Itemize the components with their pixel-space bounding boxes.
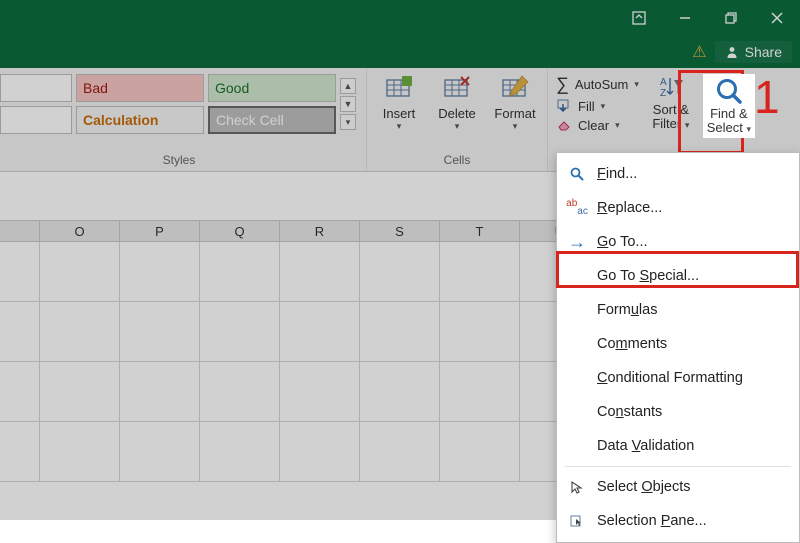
gallery-more-button[interactable]: ▾ (340, 114, 356, 130)
col-header[interactable] (0, 221, 40, 241)
autosum-label: AutoSum (575, 77, 628, 92)
menu-label: Conditional Formatting (597, 370, 743, 386)
window-titlebar (0, 0, 800, 36)
col-header[interactable]: R (280, 221, 360, 241)
share-button[interactable]: Share (715, 41, 792, 63)
fill-down-icon (556, 98, 572, 114)
minimize-button[interactable] (662, 0, 708, 36)
ribbon-group-styles: Bad Good Calculation Check Cell ▲ ▼ ▾ St… (0, 68, 367, 171)
annotation-number-1: 1 (754, 70, 780, 124)
fill-label: Fill (578, 99, 595, 114)
menu-label: Formulas (597, 302, 657, 318)
format-icon (500, 74, 530, 104)
selection-pane-icon (567, 514, 587, 528)
delete-label: Delete (438, 106, 476, 121)
menu-separator (565, 466, 791, 467)
menu-label: Select Objects (597, 479, 691, 495)
style-swatch-check-cell[interactable]: Check Cell (208, 106, 336, 134)
gallery-up-button[interactable]: ▲ (340, 78, 356, 94)
group-label-cells: Cells (375, 153, 539, 169)
insert-cells-button[interactable]: Insert ▾ (375, 74, 423, 132)
gallery-scroll-buttons: ▲ ▼ ▾ (340, 74, 358, 134)
warning-icon: ⚠ (692, 42, 706, 62)
menu-item-selection-pane[interactable]: Selection Pane... (557, 504, 799, 538)
sort-filter-icon: AZ (658, 74, 684, 102)
menu-item-find[interactable]: Find... (557, 157, 799, 191)
dropdown-caret-icon: ▾ (397, 121, 402, 132)
svg-text:A: A (660, 77, 667, 88)
autosum-button[interactable]: ∑ AutoSum ▾ (556, 74, 639, 95)
col-header[interactable]: Q (200, 221, 280, 241)
style-swatch-calculation[interactable]: Calculation (76, 106, 204, 134)
menu-item-goto[interactable]: → Go To... (557, 225, 799, 259)
menu-item-select-objects[interactable]: Select Objects (557, 470, 799, 504)
insert-icon (384, 74, 414, 104)
menu-label: Selection Pane... (597, 513, 707, 529)
clear-label: Clear (578, 118, 609, 133)
ribbon-display-options-button[interactable] (616, 0, 662, 36)
ribbon-group-cells: Insert ▾ Delete ▾ (367, 68, 548, 171)
replace-icon: abac (567, 200, 587, 216)
fill-button[interactable]: Fill ▾ (556, 98, 639, 114)
style-swatch-normal[interactable] (0, 74, 72, 102)
menu-label: Find... (597, 166, 637, 182)
magnifier-icon (714, 76, 744, 106)
menu-item-conditional-formatting[interactable]: Conditional Formatting (557, 361, 799, 395)
format-label: Format (494, 106, 535, 121)
menu-item-data-validation[interactable]: Data Validation (557, 429, 799, 463)
dropdown-caret-icon: ▾ (601, 101, 606, 112)
arrow-right-icon: → (567, 232, 587, 253)
col-header[interactable]: S (360, 221, 440, 241)
menu-item-constants[interactable]: Constants (557, 395, 799, 429)
dropdown-caret-icon: ▾ (615, 120, 620, 131)
eraser-icon (556, 117, 572, 133)
insert-label: Insert (383, 106, 416, 121)
sigma-icon: ∑ (556, 74, 569, 95)
col-header[interactable]: P (120, 221, 200, 241)
style-label: Check Cell (216, 112, 284, 128)
close-button[interactable] (754, 0, 800, 36)
group-label-styles: Styles (0, 153, 358, 169)
menu-item-replace[interactable]: abac Replace... (557, 191, 799, 225)
dropdown-caret-icon: ▾ (455, 121, 460, 132)
style-swatch-blank[interactable] (0, 106, 72, 134)
menu-label: Comments (597, 336, 667, 352)
style-label: Bad (83, 80, 108, 96)
delete-cells-button[interactable]: Delete ▾ (433, 74, 481, 132)
style-swatch-good[interactable]: Good (208, 74, 336, 102)
menu-item-formulas[interactable]: Formulas (557, 293, 799, 327)
menu-label: Go To Special... (597, 268, 699, 284)
menu-label: Replace... (597, 200, 662, 216)
find-select-button[interactable]: Find &Select ▾ (703, 74, 755, 138)
magnifier-icon (567, 166, 587, 182)
menu-label: Go To... (597, 234, 648, 250)
dropdown-caret-icon: ▾ (513, 121, 518, 132)
col-header[interactable]: O (40, 221, 120, 241)
clear-button[interactable]: Clear ▾ (556, 117, 639, 133)
style-swatch-bad[interactable]: Bad (76, 74, 204, 102)
person-icon (725, 45, 739, 59)
style-label: Good (215, 80, 249, 96)
cursor-icon (567, 480, 587, 494)
sort-filter-button[interactable]: AZ Sort &Filter ▾ (645, 74, 697, 138)
find-select-menu: Find... abac Replace... → Go To... Go To… (556, 152, 800, 543)
svg-text:Z: Z (660, 88, 666, 99)
format-cells-button[interactable]: Format ▾ (491, 74, 539, 132)
share-bar: ⚠ Share (0, 36, 800, 68)
cell-styles-gallery[interactable]: Bad Good Calculation Check Cell (0, 74, 336, 134)
menu-item-comments[interactable]: Comments (557, 327, 799, 361)
col-header[interactable]: T (440, 221, 520, 241)
share-label: Share (745, 44, 782, 60)
menu-label: Data Validation (597, 438, 694, 454)
dropdown-caret-icon: ▾ (634, 79, 639, 90)
menu-label: Constants (597, 404, 662, 420)
restore-button[interactable] (708, 0, 754, 36)
delete-icon (442, 74, 472, 104)
gallery-down-button[interactable]: ▼ (340, 96, 356, 112)
menu-item-goto-special[interactable]: Go To Special... (557, 259, 799, 293)
style-label: Calculation (83, 112, 158, 128)
